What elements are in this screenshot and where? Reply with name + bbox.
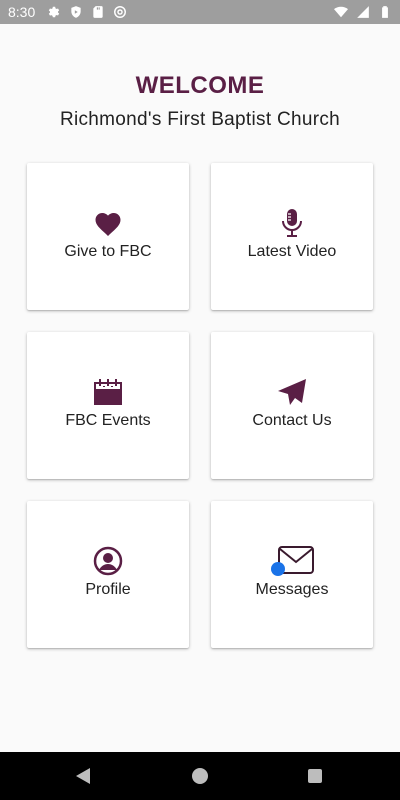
envelope-icon (270, 545, 314, 577)
messages-button[interactable]: Messages (211, 501, 373, 648)
calendar-icon (88, 376, 128, 408)
contact-us-label: Contact Us (252, 412, 332, 429)
contact-us-button[interactable]: Contact Us (211, 332, 373, 479)
cellular-icon (356, 5, 370, 19)
fbc-events-button[interactable]: FBC Events (27, 332, 189, 479)
page-title: WELCOME (135, 72, 265, 99)
profile-label: Profile (85, 581, 131, 598)
status-time: 8:30 (8, 4, 36, 20)
status-bar: 8:30 (0, 0, 400, 24)
back-icon[interactable] (74, 766, 94, 786)
give-to-fbc-button[interactable]: Give to FBC (27, 163, 189, 310)
gear-icon (47, 5, 61, 19)
at-sign-icon (113, 5, 127, 19)
paper-plane-icon (272, 376, 312, 408)
battery-icon (378, 5, 392, 19)
microphone-icon (272, 207, 312, 239)
profile-button[interactable]: Profile (27, 501, 189, 648)
give-to-fbc-label: Give to FBC (64, 243, 152, 260)
home-icon[interactable] (190, 766, 210, 786)
notification-dot (271, 562, 285, 576)
messages-label: Messages (255, 581, 329, 598)
sd-card-icon (91, 5, 105, 19)
wifi-icon (334, 5, 348, 19)
shield-icon (69, 5, 83, 19)
recents-icon[interactable] (305, 766, 325, 786)
heart-icon (88, 207, 128, 239)
latest-video-button[interactable]: Latest Video (211, 163, 373, 310)
latest-video-label: Latest Video (247, 243, 337, 260)
navigation-bar (0, 752, 400, 800)
fbc-events-label: FBC Events (65, 412, 151, 429)
profile-icon (88, 545, 128, 577)
page-subtitle: Richmond's First Baptist Church (59, 109, 341, 130)
